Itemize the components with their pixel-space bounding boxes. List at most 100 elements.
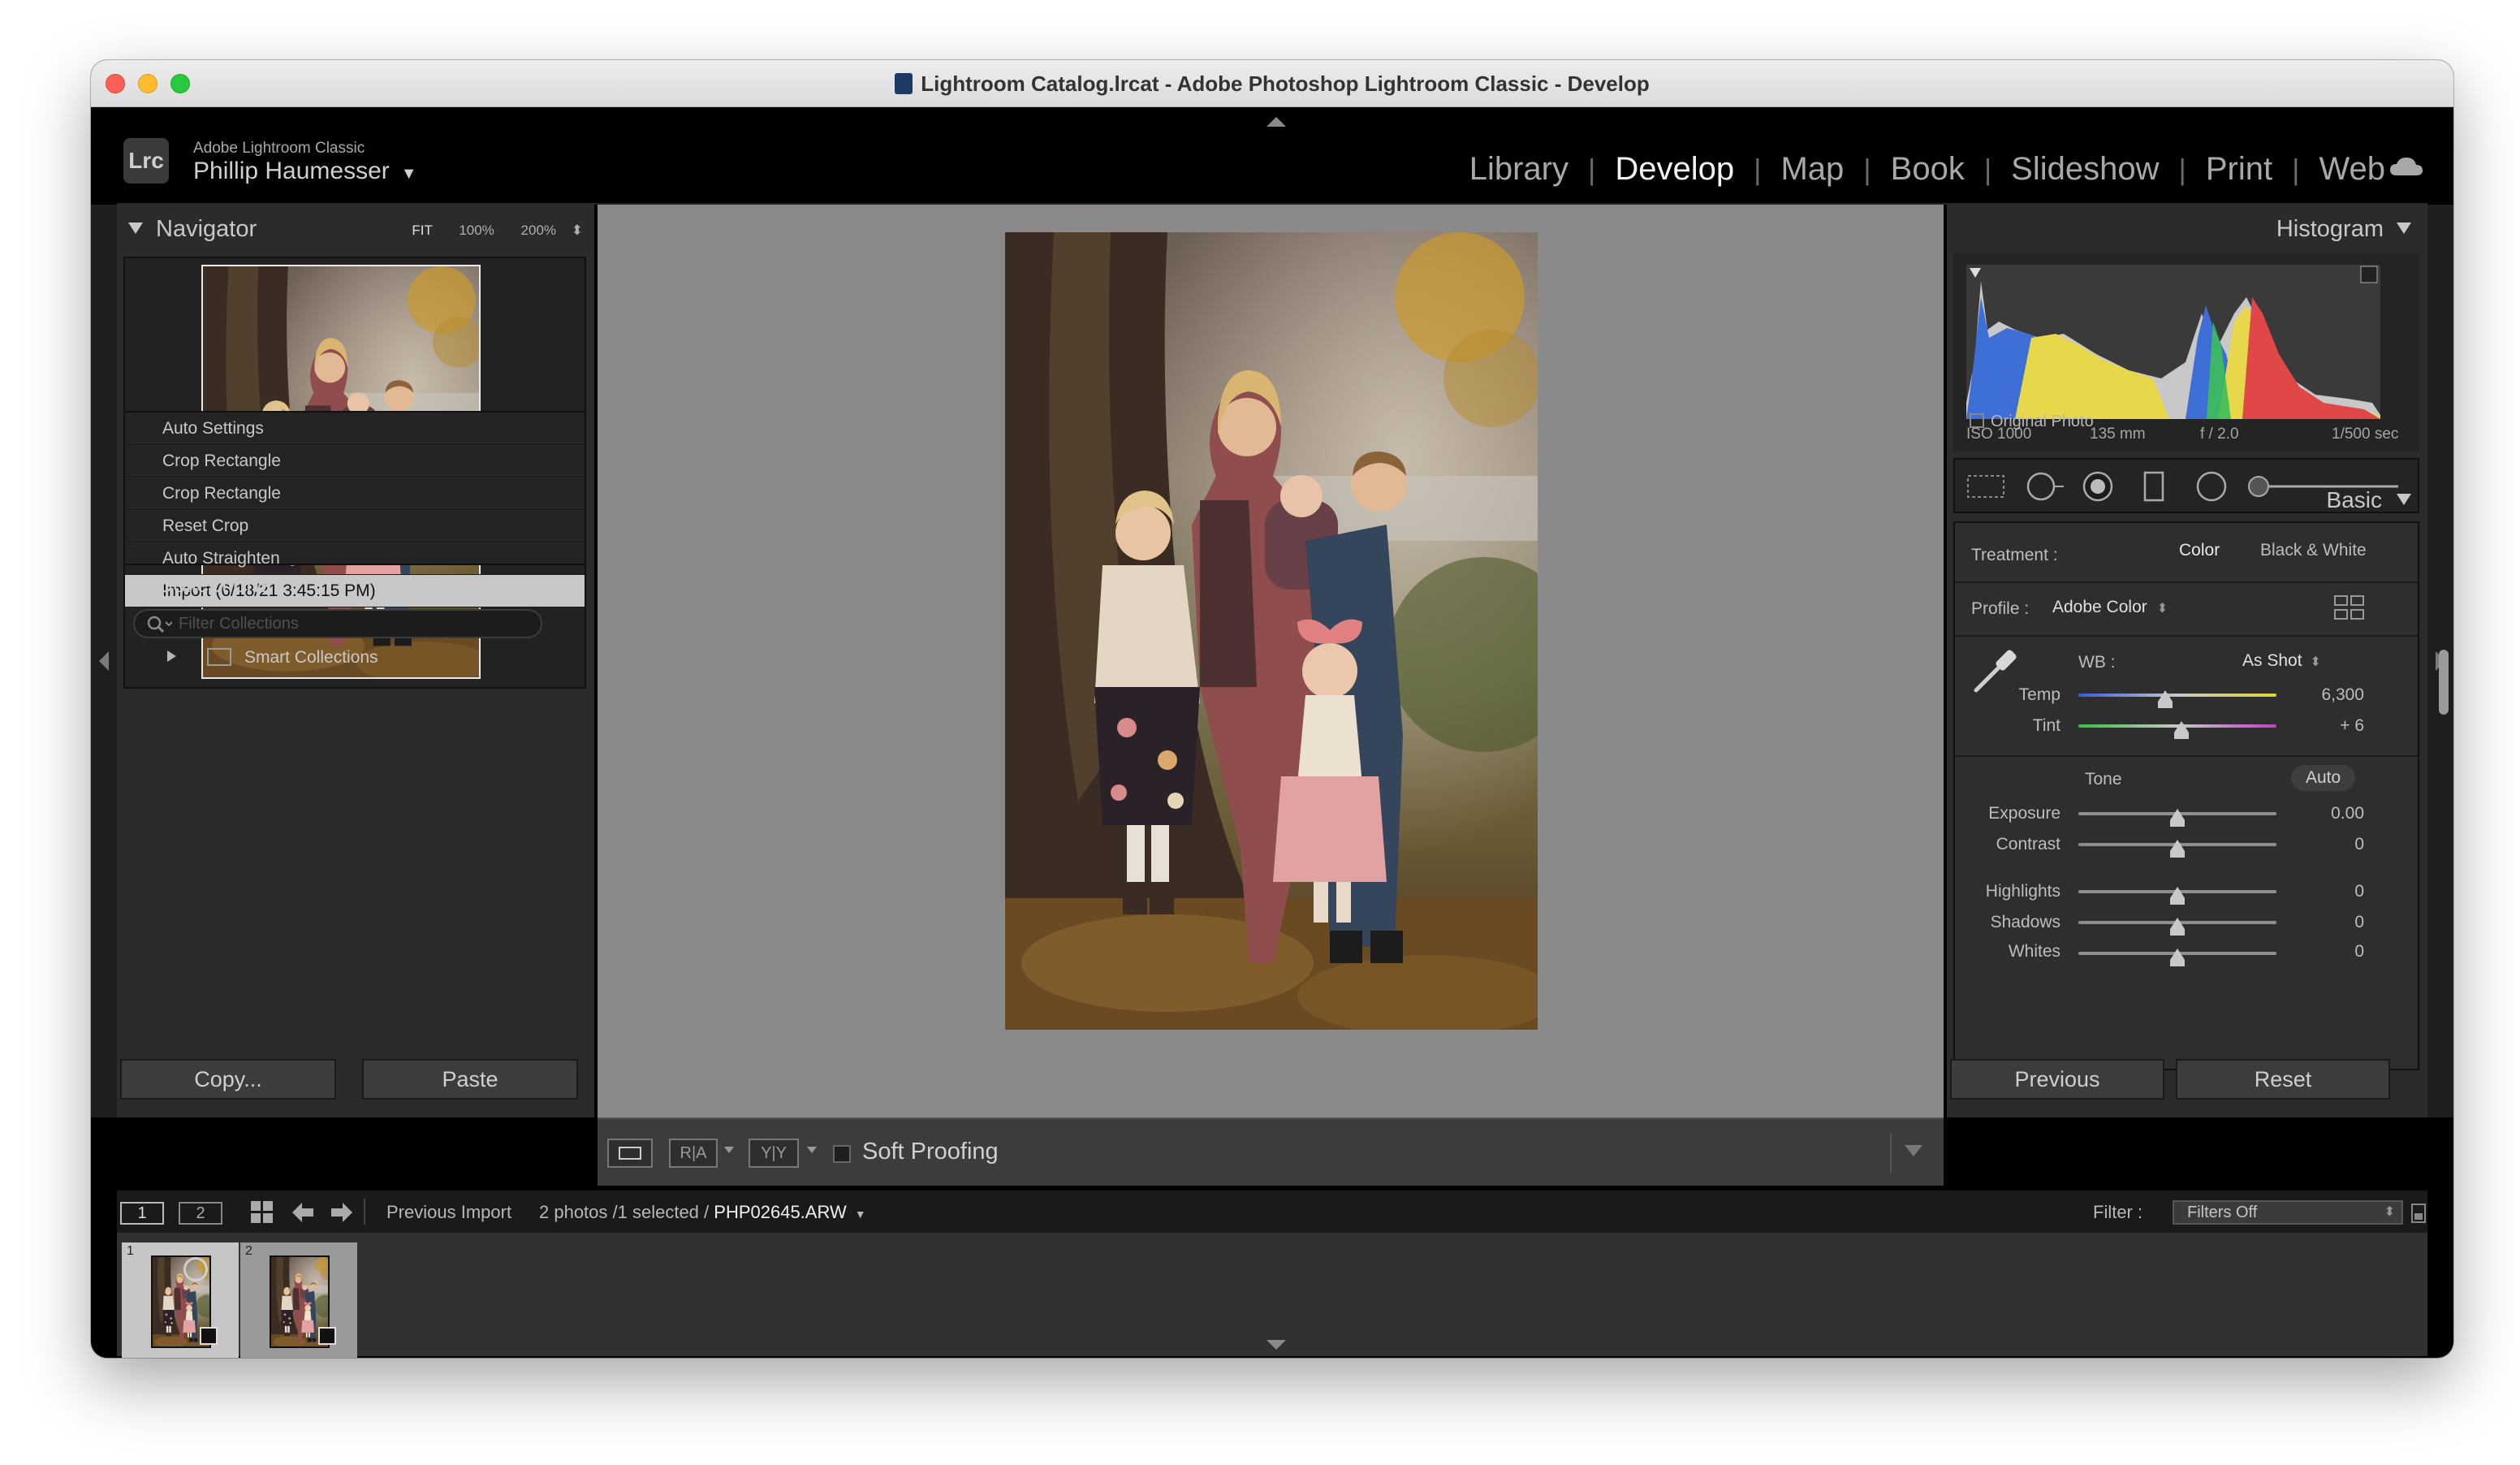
graduated-filter-icon[interactable]: [2143, 471, 2164, 502]
right-panel-scrollbar[interactable]: [2439, 650, 2449, 715]
chevron-down-icon[interactable]: ▼: [401, 165, 417, 183]
history-item[interactable]: Auto Straighten: [125, 542, 585, 575]
filmstrip-thumbnail-selected[interactable]: 1: [122, 1242, 239, 1358]
chevron-down-icon[interactable]: ▼: [855, 1208, 866, 1221]
history-item[interactable]: Auto Settings: [125, 413, 585, 445]
filmstrip-thumbnail[interactable]: 2: [240, 1242, 357, 1358]
history-item[interactable]: Crop Rectangle: [125, 445, 585, 478]
loupe-view-icon: [619, 1147, 641, 1160]
history-item[interactable]: Crop Rectangle: [125, 478, 585, 510]
exposure-value[interactable]: 0.00: [2307, 804, 2364, 823]
shadows-value[interactable]: 0: [2307, 913, 2364, 932]
basic-panel-header[interactable]: Basic: [2327, 487, 2411, 513]
navigator-header[interactable]: Navigator: [128, 216, 257, 243]
show-bottom-panel-arrow-icon[interactable]: [1266, 1340, 1286, 1350]
forward-arrow-icon[interactable]: [330, 1200, 354, 1225]
radial-filter-icon[interactable]: [2196, 471, 2227, 502]
triangle-down-icon[interactable]: [2397, 494, 2411, 505]
before-after-top-bottom-button[interactable]: Y|Y: [749, 1139, 799, 1168]
temp-slider-track[interactable]: [2078, 694, 2276, 697]
treatment-color[interactable]: Color: [2179, 541, 2220, 560]
triangle-down-icon[interactable]: [128, 578, 143, 590]
develop-adjusted-badge-icon[interactable]: [318, 1327, 336, 1345]
histogram-graph[interactable]: [1966, 265, 2380, 419]
temp-value[interactable]: 6,300: [2307, 685, 2364, 705]
triangle-down-icon[interactable]: [2397, 223, 2411, 234]
zoom-200[interactable]: 200%: [521, 223, 556, 238]
cloud-icon[interactable]: [2388, 156, 2424, 177]
tint-value[interactable]: + 6: [2307, 716, 2364, 736]
contrast-slider-thumb[interactable]: [2170, 840, 2185, 858]
zoom-100[interactable]: 100%: [459, 223, 494, 238]
copy-button[interactable]: Copy...: [120, 1059, 336, 1100]
original-photo-toggle[interactable]: Original Photo: [1970, 413, 2094, 431]
module-picker: Library | Develop | Map | Book | Slideshow | Print…: [1469, 151, 2385, 188]
smart-collections-item[interactable]: Smart Collections: [167, 648, 378, 674]
stepper-icon: ⬍: [2384, 1205, 2395, 1219]
module-library[interactable]: Library: [1469, 151, 1569, 188]
original-photo-checkbox[interactable]: [1970, 413, 1984, 428]
wb-value: As Shot: [2242, 651, 2302, 670]
triangle-right-icon[interactable]: [167, 650, 176, 662]
highlights-slider-thumb[interactable]: [2170, 887, 2185, 905]
filmstrip-selection-info[interactable]: 2 photos /1 selected / PHP02645.ARW ▼: [539, 1202, 866, 1223]
zoom-options-stepper-icon[interactable]: ⬍: [572, 223, 583, 238]
highlights-value[interactable]: 0: [2307, 882, 2364, 901]
search-icon[interactable]: [145, 614, 172, 635]
paste-button[interactable]: Paste: [362, 1059, 578, 1100]
filter-select[interactable]: Filters Off ⬍: [2173, 1200, 2403, 1225]
before-after-left-right-button[interactable]: R|A: [669, 1139, 718, 1168]
wb-select[interactable]: As Shot ⬍: [2242, 651, 2321, 671]
shadows-label: Shadows: [1990, 913, 2060, 931]
back-arrow-icon[interactable]: [291, 1200, 315, 1225]
collapse-left-panel-icon[interactable]: [99, 651, 109, 671]
module-map[interactable]: Map: [1780, 151, 1844, 188]
exposure-slider-thumb[interactable]: [2170, 809, 2185, 827]
contrast-label: Contrast: [1996, 835, 2060, 854]
collection-search-input[interactable]: [179, 611, 536, 637]
filter-lock-icon[interactable]: [2411, 1204, 2426, 1223]
tint-slider-thumb[interactable]: [2173, 721, 2189, 739]
module-develop[interactable]: Develop: [1615, 151, 1734, 188]
reset-button[interactable]: Reset: [2176, 1059, 2390, 1100]
image-canvas[interactable]: [598, 205, 1944, 1117]
chevron-down-icon[interactable]: [724, 1147, 734, 1153]
user-name-text: Phillip Haumesser: [193, 158, 390, 184]
module-slideshow[interactable]: Slideshow: [2011, 151, 2159, 188]
secondary-window-button[interactable]: 2: [179, 1202, 222, 1225]
main-photo[interactable]: [1005, 232, 1538, 1030]
grid-view-icon[interactable]: [250, 1200, 274, 1225]
toolbar-content-menu[interactable]: [1890, 1134, 1935, 1173]
contrast-value[interactable]: 0: [2307, 835, 2364, 854]
collections-header[interactable]: Collections: [128, 572, 271, 599]
module-web[interactable]: Web: [2319, 151, 2385, 188]
shadows-slider-thumb[interactable]: [2170, 918, 2185, 936]
history-item[interactable]: Reset Crop: [125, 510, 585, 542]
triangle-down-icon[interactable]: [128, 223, 143, 234]
auto-tone-button[interactable]: Auto: [2291, 765, 2356, 791]
previous-button[interactable]: Previous: [1950, 1059, 2164, 1100]
red-eye-icon[interactable]: [2082, 471, 2113, 502]
filmstrip-source[interactable]: Previous Import: [386, 1202, 511, 1223]
module-print[interactable]: Print: [2206, 151, 2272, 188]
chevron-down-icon[interactable]: [807, 1147, 817, 1153]
collections-title: Collections: [156, 572, 271, 598]
whites-value[interactable]: 0: [2307, 942, 2364, 962]
zoom-fit[interactable]: FIT: [412, 223, 432, 238]
module-book[interactable]: Book: [1891, 151, 1965, 188]
temp-slider-thumb[interactable]: [2158, 690, 2173, 708]
treatment-black-white[interactable]: Black & White: [2260, 541, 2367, 560]
loupe-view-button[interactable]: [607, 1139, 653, 1168]
add-collection-button[interactable]: +: [567, 568, 581, 596]
soft-proofing-checkbox[interactable]: [833, 1145, 851, 1163]
whites-slider-thumb[interactable]: [2170, 949, 2185, 966]
virtual-copy-badge-icon[interactable]: [200, 1327, 218, 1345]
spot-removal-icon[interactable]: [2026, 472, 2064, 501]
primary-window-button[interactable]: 1: [120, 1202, 164, 1225]
histogram-header[interactable]: Histogram: [2276, 216, 2411, 243]
crop-icon[interactable]: [1967, 475, 2004, 498]
show-top-panel-arrow-icon[interactable]: [1266, 117, 1286, 127]
profile-select[interactable]: Adobe Color ⬍: [2052, 598, 2168, 617]
profile-label: Profile :: [1971, 599, 2030, 618]
profile-browser-grid-icon[interactable]: [2333, 594, 2366, 622]
